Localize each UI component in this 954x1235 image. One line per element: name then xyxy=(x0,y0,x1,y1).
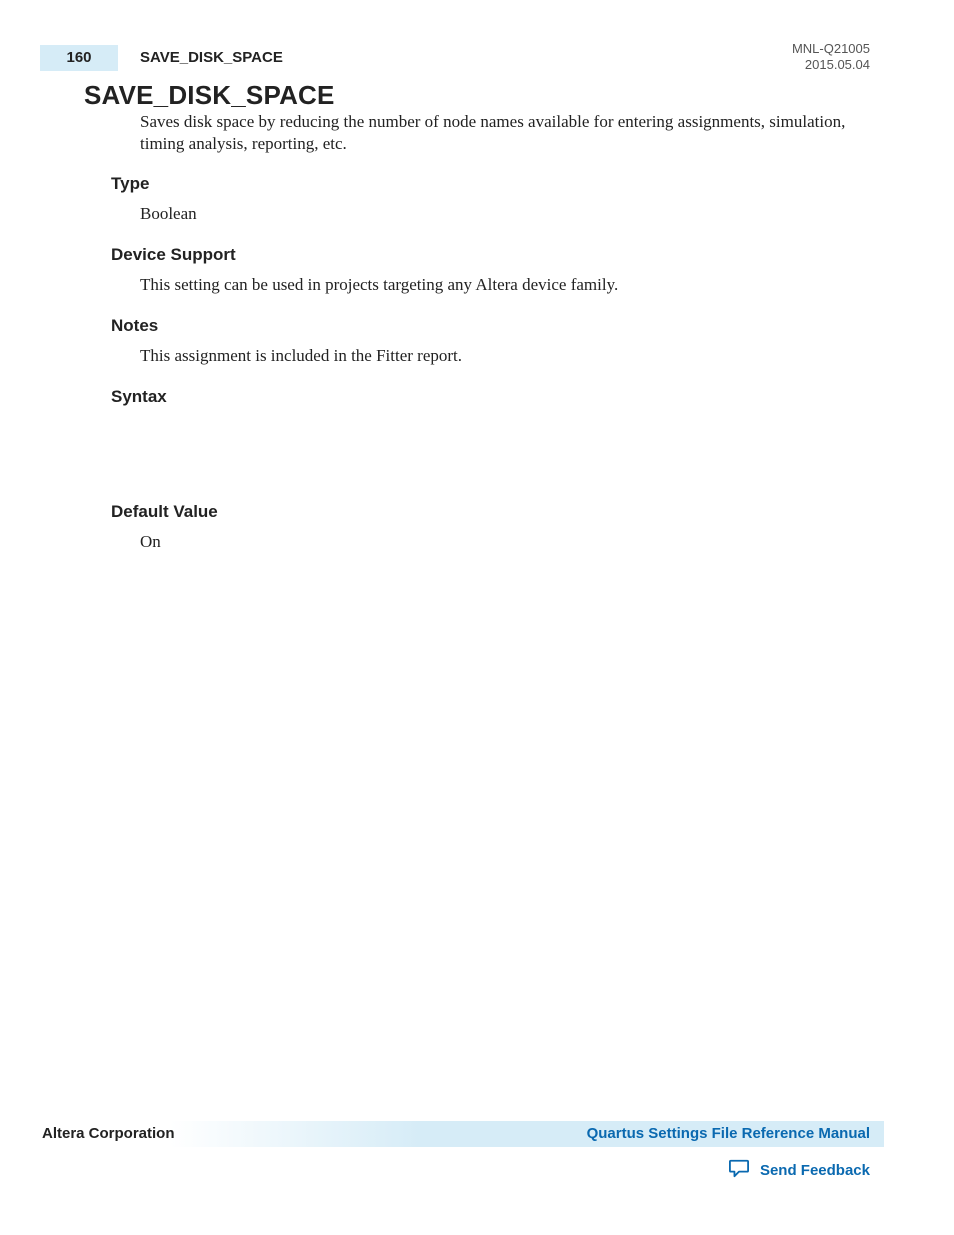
page-header: 160 SAVE_DISK_SPACE MNL-Q21005 2015.05.0… xyxy=(0,45,954,73)
footer-manual-link[interactable]: Quartus Settings File Reference Manual xyxy=(587,1125,870,1142)
section-body-default-value: On xyxy=(140,532,870,552)
footer-corporation: Altera Corporation xyxy=(42,1125,175,1142)
send-feedback-link[interactable]: Send Feedback xyxy=(760,1162,870,1179)
section-heading-default-value: Default Value xyxy=(111,502,218,522)
page-title: SAVE_DISK_SPACE xyxy=(84,80,335,111)
comment-icon xyxy=(728,1158,750,1183)
section-heading-device-support: Device Support xyxy=(111,245,236,265)
page-number: 160 xyxy=(40,49,118,66)
document-page: 160 SAVE_DISK_SPACE MNL-Q21005 2015.05.0… xyxy=(0,0,954,1235)
page-footer: Altera Corporation Quartus Settings File… xyxy=(0,1121,954,1149)
section-heading-notes: Notes xyxy=(111,316,158,336)
doc-date: 2015.05.04 xyxy=(792,57,870,73)
section-heading-type: Type xyxy=(111,174,149,194)
feedback-row: Send Feedback xyxy=(728,1158,870,1182)
section-heading-syntax: Syntax xyxy=(111,387,167,407)
running-header-title: SAVE_DISK_SPACE xyxy=(140,49,283,66)
section-body-notes: This assignment is included in the Fitte… xyxy=(140,346,870,366)
section-body-type: Boolean xyxy=(140,204,870,224)
section-body-device-support: This setting can be used in projects tar… xyxy=(140,275,870,295)
doc-id: MNL-Q21005 xyxy=(792,41,870,57)
header-meta: MNL-Q21005 2015.05.04 xyxy=(792,41,870,74)
intro-paragraph: Saves disk space by reducing the number … xyxy=(140,111,870,155)
